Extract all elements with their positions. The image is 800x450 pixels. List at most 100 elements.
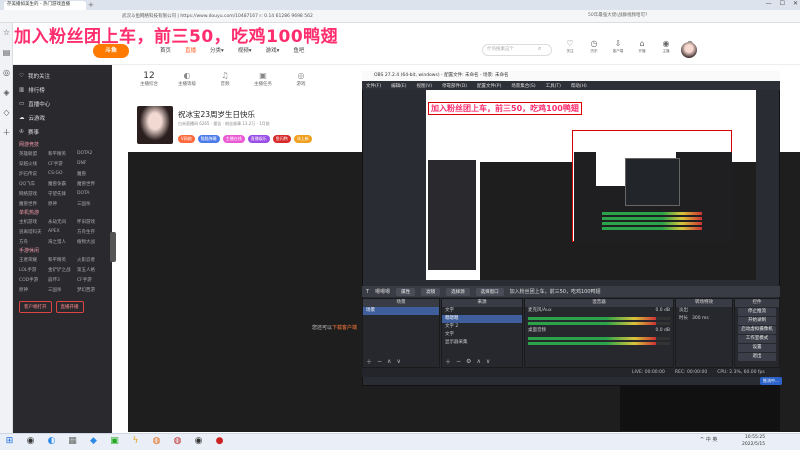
live-icon[interactable]: ◉ 主播 <box>658 39 674 54</box>
menu-ranking[interactable]: ▥ 排行榜 <box>13 83 112 97</box>
nav-video[interactable]: 视频▾ <box>238 46 252 54</box>
clock[interactable]: 10:55:25 2022/5/15 <box>742 434 765 448</box>
category-link[interactable]: 植物大战 <box>77 239 106 245</box>
category-link[interactable]: DOTA <box>77 191 106 197</box>
app-icon[interactable]: ◍ <box>171 436 184 447</box>
gift-icon[interactable]: ⌂ 开播 <box>634 39 650 54</box>
category-link[interactable]: 第五人格 <box>77 267 106 273</box>
explorer-icon[interactable]: ▦ <box>66 436 79 447</box>
up-icon[interactable]: ∧ <box>476 358 480 365</box>
new-tab-button[interactable]: + <box>88 1 94 9</box>
obs-preview-title[interactable]: 加入粉丝团上车，前三50，吃鸡100鸭翅 <box>428 102 582 115</box>
category-link[interactable]: 守望先锋 <box>48 191 77 197</box>
user-avatar[interactable] <box>681 42 697 58</box>
obs-menu-tools[interactable]: 工具(T) <box>546 83 561 89</box>
category-link[interactable]: 永劫无间 <box>48 219 77 225</box>
app-icon[interactable]: ◍ <box>150 436 163 447</box>
category-link[interactable]: 逃离塔科夫 <box>19 229 48 235</box>
category-link[interactable]: 原神 <box>48 201 77 207</box>
streamer-tag[interactable]: 鱼闪鸭 <box>272 135 291 143</box>
store-icon[interactable]: ◆ <box>87 436 100 447</box>
down-icon[interactable]: ∨ <box>396 358 400 365</box>
category-link[interactable]: CF手游 <box>77 277 106 283</box>
obs-menu-file[interactable]: 文件(F) <box>366 83 381 89</box>
obs-menu-edit[interactable]: 编辑(E) <box>391 83 406 89</box>
source-item[interactable]: 嗯嗯嗯 <box>442 315 522 323</box>
select-window-button[interactable]: 选择窗口 <box>475 287 504 296</box>
edge-icon[interactable]: ◐ <box>45 436 58 447</box>
category-link[interactable]: 怀旧游戏 <box>77 219 106 225</box>
browser-tab[interactable]: 存美播如美生的 - 热门游戏直播 <box>4 1 86 10</box>
remove-icon[interactable]: − <box>377 358 382 365</box>
stop-stream-button[interactable]: 停止推流 <box>738 308 776 316</box>
minimize-icon[interactable]: — <box>766 0 772 7</box>
category-link[interactable]: 三国杀 <box>77 201 106 207</box>
url-field[interactable]: 武汉斗鱼网络科技有限公司 | https://www.douyu.com/104… <box>122 12 422 21</box>
history-icon[interactable]: ◷ 历史 <box>586 39 602 54</box>
menu-follow[interactable]: ♡ 我的关注 <box>13 69 112 83</box>
obs-menu-view[interactable]: 视图(V) <box>416 83 432 89</box>
start-live-button[interactable]: 直播开播 <box>55 301 84 313</box>
globe-icon[interactable]: ◎ <box>0 63 13 83</box>
category-link[interactable]: 穿越火线 <box>19 161 48 167</box>
source-item[interactable]: 文字 <box>442 307 522 315</box>
category-link[interactable]: QQ飞车 <box>19 181 48 187</box>
exit-button[interactable]: 退出 <box>738 353 776 361</box>
stat-item[interactable]: ♫ 音频 <box>213 70 237 87</box>
category-link[interactable]: 崩坏3 <box>48 277 77 283</box>
category-link[interactable]: 梦幻西游 <box>77 287 106 293</box>
star-icon[interactable]: ☆ <box>0 23 13 43</box>
category-link[interactable]: DNF <box>77 161 106 167</box>
nav-yuba[interactable]: 鱼吧 <box>293 46 304 54</box>
game-icon[interactable]: ◈ <box>0 83 13 103</box>
streamer-tag[interactable]: 猫猫弹幕 <box>197 135 220 143</box>
settings-button[interactable]: 设置 <box>738 344 776 352</box>
category-link[interactable]: LOL手游 <box>19 267 48 273</box>
category-link[interactable]: COD手游 <box>19 277 48 283</box>
streamer-tag[interactable]: V网络 <box>178 135 195 143</box>
bookmark-icon[interactable]: ◇ <box>0 103 13 123</box>
category-link[interactable]: 王者荣耀 <box>19 257 48 263</box>
transition-duration[interactable]: 时长 300 ms <box>676 315 732 323</box>
volume-slider[interactable] <box>528 342 670 345</box>
menu-events[interactable]: ♔ 赛事 <box>13 125 112 139</box>
scene-item[interactable]: 场景 <box>363 307 439 315</box>
category-link[interactable]: 炉石传说 <box>19 171 48 177</box>
source-item[interactable]: 文字 2 <box>442 323 522 331</box>
browser-app-icon[interactable]: ● <box>213 436 226 447</box>
windows-start-icon[interactable]: ⊞ <box>3 436 16 447</box>
streamer-tag[interactable]: 直播娱乐 <box>247 135 270 143</box>
add-icon[interactable]: ＋ <box>0 123 13 143</box>
category-link[interactable]: 和平精英 <box>48 151 77 157</box>
steam-icon[interactable]: ◉ <box>24 436 37 447</box>
terminal-icon[interactable]: ▣ <box>108 436 121 447</box>
download-client-link[interactable]: 下载客户端 <box>332 325 357 331</box>
category-link[interactable]: 火影忍者 <box>77 257 106 263</box>
streamer-avatar[interactable] <box>137 106 173 144</box>
search-icon[interactable]: ⌕ <box>538 45 541 53</box>
select-source-button[interactable]: 选择源 <box>446 287 470 296</box>
category-link[interactable]: 金铲铲之战 <box>48 267 77 273</box>
category-link[interactable]: 魔兽争霸 <box>48 181 77 187</box>
stat-item[interactable]: ▣ 主播任务 <box>251 70 275 87</box>
browser-promo-text[interactable]: 50年最强大佬(战群视频哈可? <box>588 12 647 18</box>
obs-menu-docks[interactable]: 停靠部件(D) <box>442 83 467 89</box>
up-icon[interactable]: ∧ <box>387 358 391 365</box>
category-link[interactable]: CF手游 <box>48 161 77 167</box>
menu-live-center[interactable]: ▭ 直播中心 <box>13 97 112 111</box>
category-link[interactable]: APEX <box>48 229 77 235</box>
douyu-search-input[interactable]: 什热搜素这个 <box>482 44 552 56</box>
category-link[interactable]: DOTA2 <box>77 151 106 157</box>
start-recording-button[interactable]: 开始录制 <box>738 317 776 325</box>
category-link[interactable]: 魔兽 <box>77 171 106 177</box>
obs-menu-help[interactable]: 帮助(H) <box>571 83 587 89</box>
close-icon[interactable]: ✕ <box>793 0 798 7</box>
filters-button[interactable]: 滤镜 <box>421 287 441 296</box>
obs-menu-scenes[interactable]: 场景集合(S) <box>511 83 535 89</box>
category-link[interactable]: 海之猎人 <box>48 239 77 245</box>
menu-cloud-game[interactable]: ☁ 云游戏 <box>13 111 112 125</box>
category-link[interactable]: 网络游戏 <box>19 191 48 197</box>
nav-category[interactable]: 分类▾ <box>210 46 224 54</box>
category-link[interactable]: 原神 <box>19 287 48 293</box>
add-icon[interactable]: ＋ <box>366 357 372 366</box>
